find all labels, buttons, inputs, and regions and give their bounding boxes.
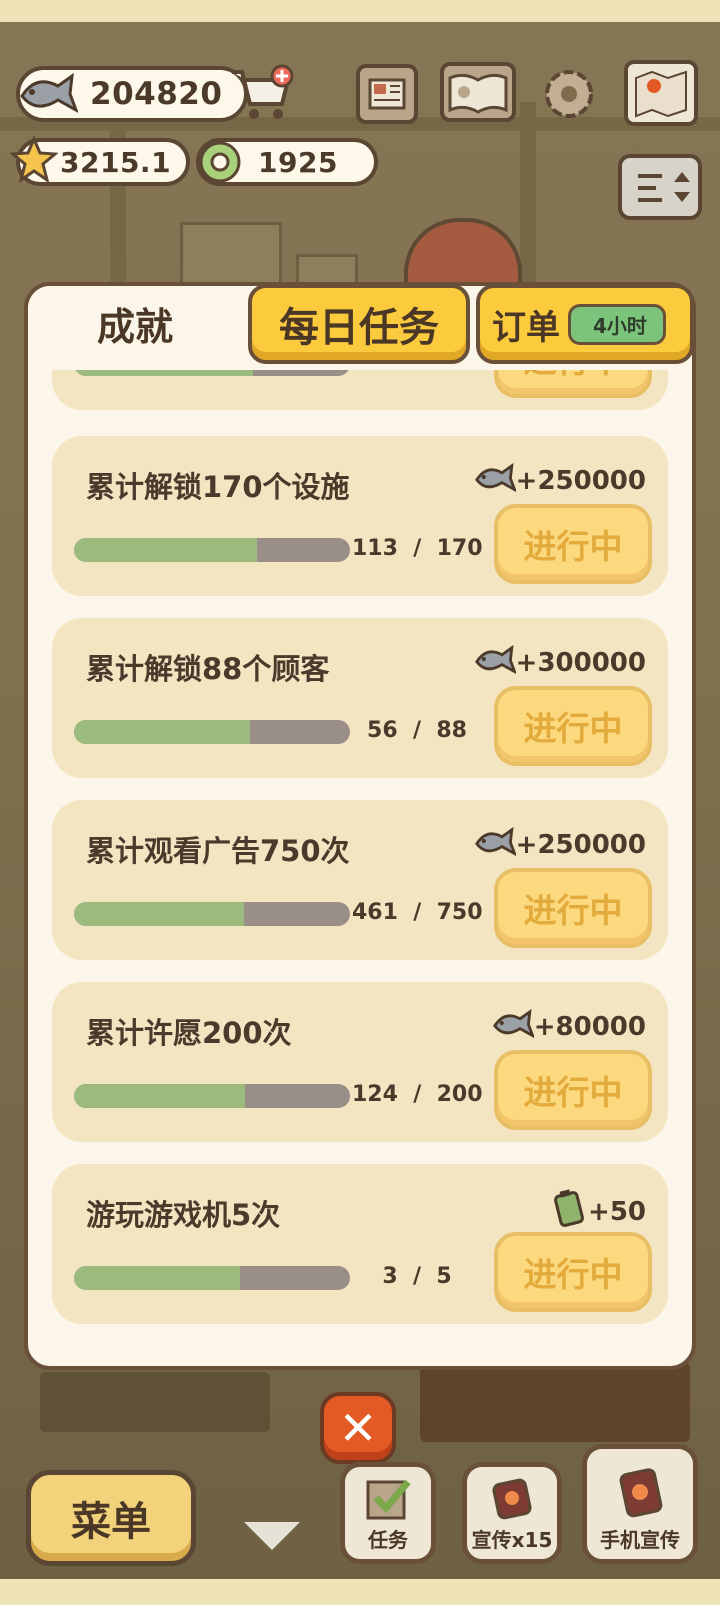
in-progress-button[interactable]: 进行中: [494, 868, 652, 948]
fish-icon: [474, 460, 517, 501]
fish-icon: [20, 72, 78, 113]
progress-count: 461 / 750: [352, 900, 483, 925]
tab-orders-label: 订单: [492, 307, 560, 348]
progress-bar: [74, 1266, 350, 1290]
in-progress-button[interactable]: 进行中: [494, 1050, 652, 1130]
achievement-title: 累计许愿200次: [86, 1016, 292, 1050]
tasks-button[interactable]: 任务: [340, 1462, 436, 1564]
phone-icon: [619, 1468, 663, 1518]
newspaper-button[interactable]: [356, 64, 418, 124]
in-progress-button[interactable]: 进行中: [494, 1232, 652, 1312]
tab-orders[interactable]: 订单 4小时: [476, 284, 694, 364]
progress-bar: [74, 720, 350, 744]
progress-fill: [74, 538, 258, 562]
sort-toggle-button[interactable]: [618, 154, 702, 220]
top-strip: [0, 0, 720, 22]
promote-label: 宣传x15: [471, 1528, 553, 1552]
close-icon: ✕: [338, 1401, 378, 1455]
achievement-title: 累计解锁88个顾客: [86, 652, 330, 686]
progress-fill: [74, 1266, 240, 1290]
map-icon: [635, 70, 687, 118]
reward-amount: +250000: [515, 829, 646, 860]
donut-coin-icon: [199, 141, 241, 183]
list-item: 游玩游戏机5次 +50 3 / 5 进行中: [52, 1164, 668, 1324]
reward-amount: +50: [588, 1196, 646, 1227]
star-icon: [10, 136, 58, 184]
tab-daily-label: 每日任务: [279, 305, 439, 351]
coin-amount: 1925: [258, 145, 338, 179]
phone-promote-label: 手机宣传: [600, 1528, 680, 1552]
reward: +250000: [474, 824, 646, 865]
settings-button[interactable]: [538, 64, 600, 124]
achievement-title: 游玩游戏机5次: [86, 1198, 281, 1232]
promote-button[interactable]: 宣传x15: [462, 1462, 562, 1564]
achievement-list[interactable]: 进行中 累计解锁170个设施+250000113 / 170进行中累计解锁88个…: [28, 370, 692, 1350]
progress-count: 113 / 170: [352, 536, 483, 561]
fish-icon: [474, 824, 517, 865]
tab-achievements[interactable]: 成就: [28, 286, 242, 360]
checklist-icon: [366, 1479, 411, 1520]
list-item-partial: 进行中: [52, 370, 668, 410]
shop-cart-icon[interactable]: [228, 64, 298, 124]
flyer-icon: [492, 1478, 532, 1520]
close-button[interactable]: ✕: [320, 1392, 396, 1464]
progress-count: 3 / 5: [382, 1264, 452, 1289]
progress-count: 124 / 200: [352, 1082, 483, 1107]
reward: +50: [552, 1188, 646, 1235]
bottom-strip: [0, 1579, 720, 1605]
phone-promote-button[interactable]: 手机宣传: [582, 1444, 698, 1564]
progress-count: 56 / 88: [367, 718, 467, 743]
reward: +250000: [474, 460, 646, 501]
chevron-down-icon[interactable]: [244, 1522, 300, 1550]
achievement-title: 累计观看广告750次: [86, 834, 350, 868]
star-amount: 3215.1: [60, 145, 172, 179]
progress-fill: [74, 902, 244, 926]
cat-book-button[interactable]: [440, 62, 516, 122]
progress-fill: [74, 720, 250, 744]
reward-amount: +80000: [533, 1011, 646, 1042]
list-item: 累计解锁170个设施 +250000 113 / 170 进行中: [52, 436, 668, 596]
map-button[interactable]: [624, 60, 698, 126]
reward-amount: +300000: [515, 647, 646, 678]
book-icon: [448, 73, 508, 114]
in-progress-button-partial[interactable]: 进行中: [494, 370, 652, 398]
tasks-label: 任务: [368, 1528, 408, 1552]
reward-amount: +250000: [515, 465, 646, 496]
tab-daily-tasks[interactable]: 每日任务: [248, 284, 470, 364]
achievement-title: 累计解锁170个设施: [86, 470, 350, 504]
list-item: 累计许愿200次 +80000 124 / 200 进行中: [52, 982, 668, 1142]
battery-icon: [552, 1188, 588, 1235]
in-progress-button[interactable]: 进行中: [494, 686, 652, 766]
reward: +80000: [492, 1006, 646, 1047]
progress-bar: [74, 902, 350, 926]
list-item: 累计解锁88个顾客 +300000 56 / 88 进行中: [52, 618, 668, 778]
gear-icon: [545, 70, 593, 118]
tab-achievements-label: 成就: [96, 304, 173, 349]
sort-icon: [638, 172, 690, 202]
progress-bar: [74, 1084, 350, 1108]
reward: +300000: [474, 642, 646, 683]
fish-amount: 204820: [90, 76, 223, 112]
orders-timer: 4小时: [568, 303, 666, 345]
menu-label: 菜单: [71, 1499, 151, 1545]
newspaper-icon: [368, 78, 406, 110]
progress-fill: [74, 1084, 246, 1108]
in-progress-button[interactable]: 进行中: [494, 504, 652, 584]
menu-button[interactable]: 菜单: [26, 1470, 196, 1566]
progress-bar: [74, 538, 350, 562]
fish-icon: [492, 1006, 535, 1047]
fish-icon: [474, 642, 517, 683]
list-item: 累计观看广告750次 +250000 461 / 750 进行中: [52, 800, 668, 960]
